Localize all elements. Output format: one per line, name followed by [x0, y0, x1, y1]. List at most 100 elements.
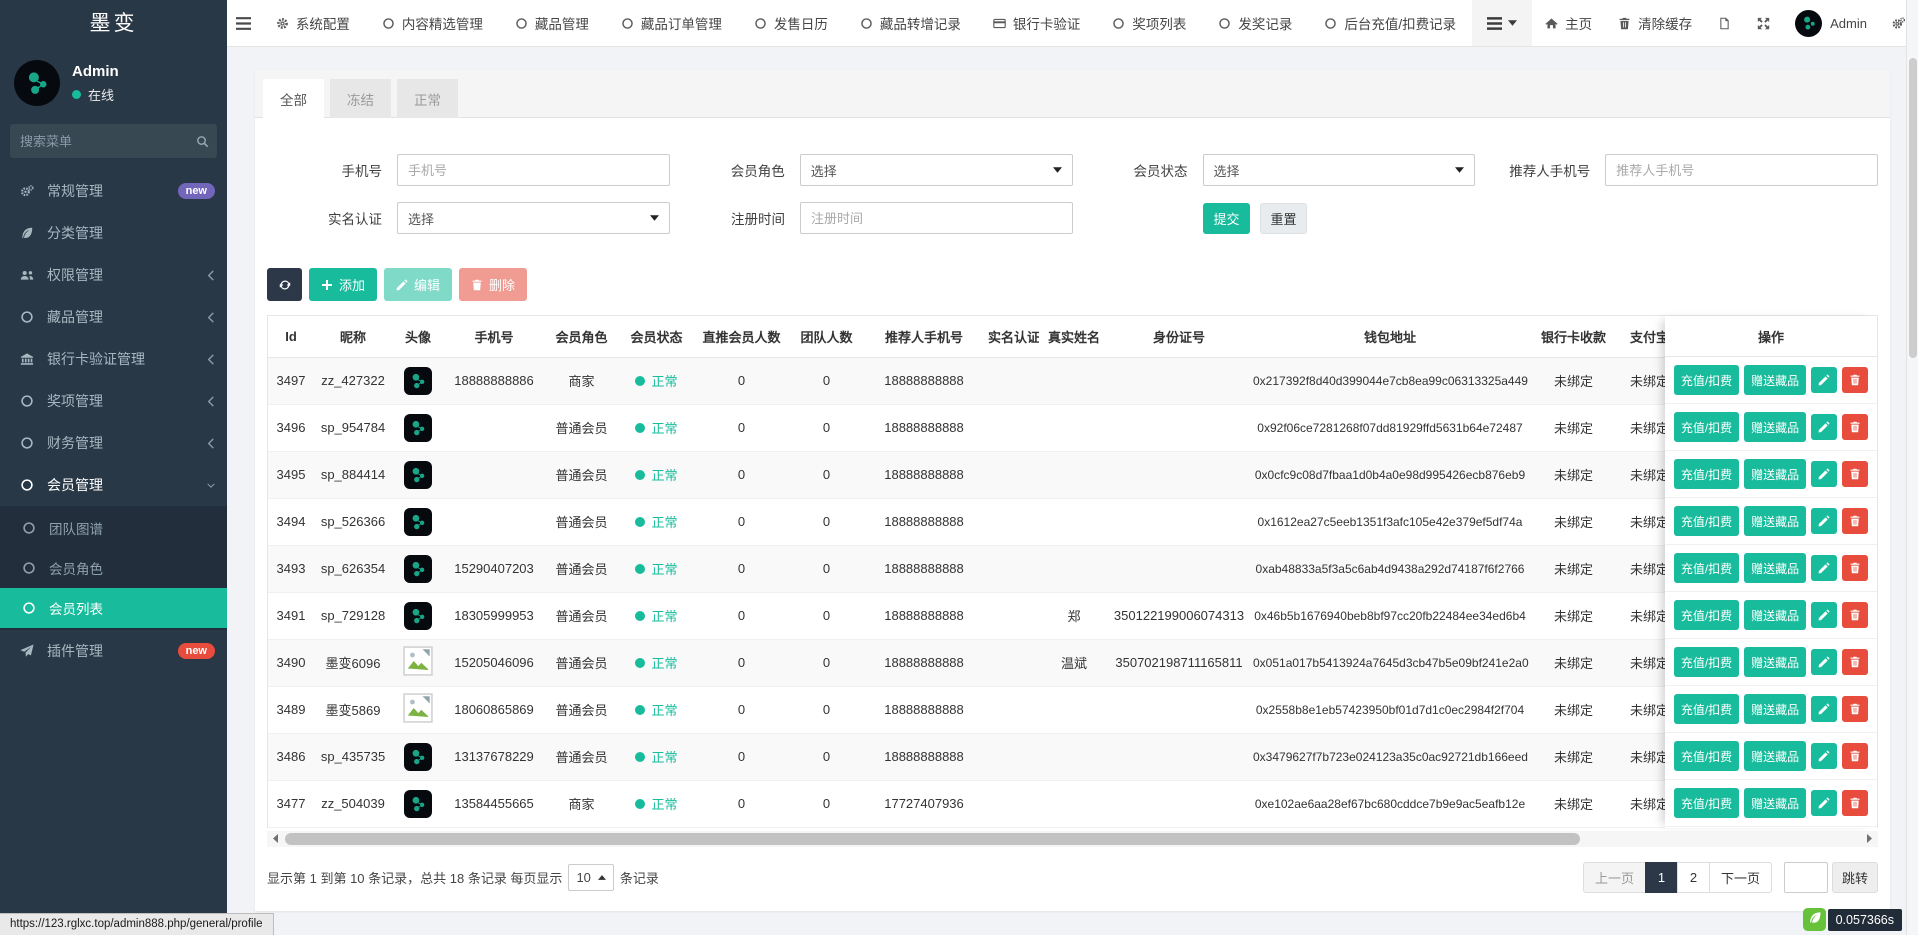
row-edit-button[interactable] — [1811, 555, 1837, 581]
sidebar-item[interactable]: 插件管理new — [0, 630, 227, 672]
add-button[interactable]: 添加 — [309, 268, 377, 301]
role-select[interactable]: 选择 — [800, 154, 1073, 186]
nav-item[interactable]: 发售日历 — [738, 0, 844, 46]
edit-button[interactable]: 编辑 — [384, 268, 452, 301]
regtime-input[interactable] — [811, 211, 1062, 226]
table-row[interactable]: 3494 sp_526366 普通会员 正常 0 0 18888888888 0… — [268, 498, 1877, 545]
recharge-button[interactable]: 充值/扣费 — [1674, 365, 1739, 395]
table-row[interactable]: 3497 zz_427322 18888888886 商家 正常 0 0 188… — [268, 357, 1877, 404]
gift-button[interactable]: 赠送藏品 — [1744, 412, 1806, 442]
vertical-scrollbar-thumb[interactable] — [1909, 58, 1917, 358]
sidebar-item[interactable]: 财务管理 — [0, 422, 227, 464]
row-edit-button[interactable] — [1811, 508, 1837, 534]
jump-page-input[interactable] — [1784, 862, 1828, 893]
recharge-button[interactable]: 充值/扣费 — [1674, 694, 1739, 724]
file-button[interactable] — [1705, 0, 1744, 46]
tab-冻结[interactable]: 冻结 — [330, 79, 391, 118]
gift-button[interactable]: 赠送藏品 — [1744, 553, 1806, 583]
row-delete-button[interactable] — [1842, 743, 1868, 769]
horizontal-scrollbar[interactable] — [267, 831, 1878, 847]
row-delete-button[interactable] — [1842, 508, 1868, 534]
gift-button[interactable]: 赠送藏品 — [1744, 741, 1806, 771]
table-row[interactable]: 3477 zz_504039 13584455665 商家 正常 0 0 177… — [268, 780, 1877, 827]
row-delete-button[interactable] — [1842, 461, 1868, 487]
nav-item[interactable]: 藏品管理 — [499, 0, 605, 46]
scroll-left-icon[interactable] — [267, 831, 283, 847]
tab-正常[interactable]: 正常 — [397, 79, 458, 118]
row-delete-button[interactable] — [1842, 602, 1868, 628]
nav-item[interactable]: 藏品转增记录 — [844, 0, 977, 46]
recharge-button[interactable]: 充值/扣费 — [1674, 459, 1739, 489]
jump-button[interactable]: 跳转 — [1832, 862, 1878, 893]
nav-item[interactable]: 后台充值/扣费记录 — [1308, 0, 1472, 46]
nav-item[interactable]: 藏品订单管理 — [605, 0, 738, 46]
sidebar-item[interactable]: 藏品管理 — [0, 296, 227, 338]
submit-button[interactable]: 提交 — [1203, 203, 1250, 234]
sidebar-search-input[interactable] — [20, 134, 196, 149]
sidebar-item[interactable]: 奖项管理 — [0, 380, 227, 422]
vertical-scrollbar[interactable] — [1906, 0, 1918, 935]
sidebar-subitem[interactable]: 团队图谱 — [0, 508, 227, 548]
gift-button[interactable]: 赠送藏品 — [1744, 694, 1806, 724]
sidebar-subitem[interactable]: 会员角色 — [0, 548, 227, 588]
table-row[interactable]: 3496 sp_954784 普通会员 正常 0 0 18888888888 0… — [268, 404, 1877, 451]
delete-button[interactable]: 删除 — [459, 268, 527, 301]
table-row[interactable]: 3489 墨变5869 18060865869 普通会员 正常 0 0 1888… — [268, 686, 1877, 733]
nav-item[interactable]: 发奖记录 — [1202, 0, 1308, 46]
row-edit-button[interactable] — [1811, 367, 1837, 393]
hamburger-icon[interactable] — [227, 0, 260, 46]
page-size-select[interactable]: 10 — [568, 864, 613, 891]
sidebar-item[interactable]: 银行卡验证管理 — [0, 338, 227, 380]
recharge-button[interactable]: 充值/扣费 — [1674, 600, 1739, 630]
recharge-button[interactable]: 充值/扣费 — [1674, 506, 1739, 536]
table-row[interactable]: 3490 墨变6096 15205046096 普通会员 正常 0 0 1888… — [268, 639, 1877, 686]
row-delete-button[interactable] — [1842, 649, 1868, 675]
row-edit-button[interactable] — [1811, 602, 1837, 628]
scrollbar-track[interactable] — [283, 831, 1862, 847]
navbar-user[interactable]: Admin — [1783, 0, 1879, 46]
sidebar-subitem[interactable]: 会员列表 — [0, 588, 227, 628]
sidebar-item[interactable]: 常规管理new — [0, 170, 227, 212]
recharge-button[interactable]: 充值/扣费 — [1674, 412, 1739, 442]
page-button-1[interactable]: 1 — [1645, 862, 1678, 893]
row-edit-button[interactable] — [1811, 649, 1837, 675]
search-icon[interactable] — [196, 135, 209, 148]
gift-button[interactable]: 赠送藏品 — [1744, 506, 1806, 536]
gift-button[interactable]: 赠送藏品 — [1744, 647, 1806, 677]
fullscreen-button[interactable] — [1744, 0, 1783, 46]
refresh-button[interactable] — [267, 268, 302, 301]
scroll-right-icon[interactable] — [1862, 831, 1878, 847]
recharge-button[interactable]: 充值/扣费 — [1674, 741, 1739, 771]
sidebar-item[interactable]: 会员管理 — [0, 464, 227, 506]
sidebar-search[interactable] — [10, 124, 217, 158]
sidebar-item[interactable]: 分类管理 — [0, 212, 227, 254]
row-edit-button[interactable] — [1811, 461, 1837, 487]
status-select[interactable]: 选择 — [1203, 154, 1476, 186]
gift-button[interactable]: 赠送藏品 — [1744, 788, 1806, 818]
table-row[interactable]: 3495 sp_884414 普通会员 正常 0 0 18888888888 0… — [268, 451, 1877, 498]
tab-全部[interactable]: 全部 — [263, 79, 324, 118]
row-delete-button[interactable] — [1842, 790, 1868, 816]
row-edit-button[interactable] — [1811, 696, 1837, 722]
realname-select[interactable]: 选择 — [397, 202, 670, 234]
table-row[interactable]: 3486 sp_435735 13137678229 普通会员 正常 0 0 1… — [268, 733, 1877, 780]
table-row[interactable]: 3491 sp_729128 18305999953 普通会员 正常 0 0 1… — [268, 592, 1877, 639]
referrer-input[interactable] — [1616, 163, 1867, 178]
row-delete-button[interactable] — [1842, 367, 1868, 393]
sidebar-item[interactable]: 权限管理 — [0, 254, 227, 296]
nav-item[interactable]: 内容精选管理 — [366, 0, 499, 46]
scrollbar-thumb[interactable] — [285, 833, 1580, 845]
nav-item[interactable]: 系统配置 — [260, 0, 366, 46]
recharge-button[interactable]: 充值/扣费 — [1674, 553, 1739, 583]
table-row[interactable]: 3493 sp_626354 15290407203 普通会员 正常 0 0 1… — [268, 545, 1877, 592]
row-delete-button[interactable] — [1842, 414, 1868, 440]
row-delete-button[interactable] — [1842, 555, 1868, 581]
reset-button[interactable]: 重置 — [1260, 203, 1307, 234]
page-button-2[interactable]: 2 — [1677, 862, 1710, 893]
clear-cache-button[interactable]: 清除缓存 — [1605, 0, 1705, 46]
phone-input[interactable] — [408, 163, 659, 178]
home-button[interactable]: 主页 — [1532, 0, 1605, 46]
gift-button[interactable]: 赠送藏品 — [1744, 600, 1806, 630]
recharge-button[interactable]: 充值/扣费 — [1674, 647, 1739, 677]
nav-item[interactable]: 银行卡验证 — [977, 0, 1097, 46]
